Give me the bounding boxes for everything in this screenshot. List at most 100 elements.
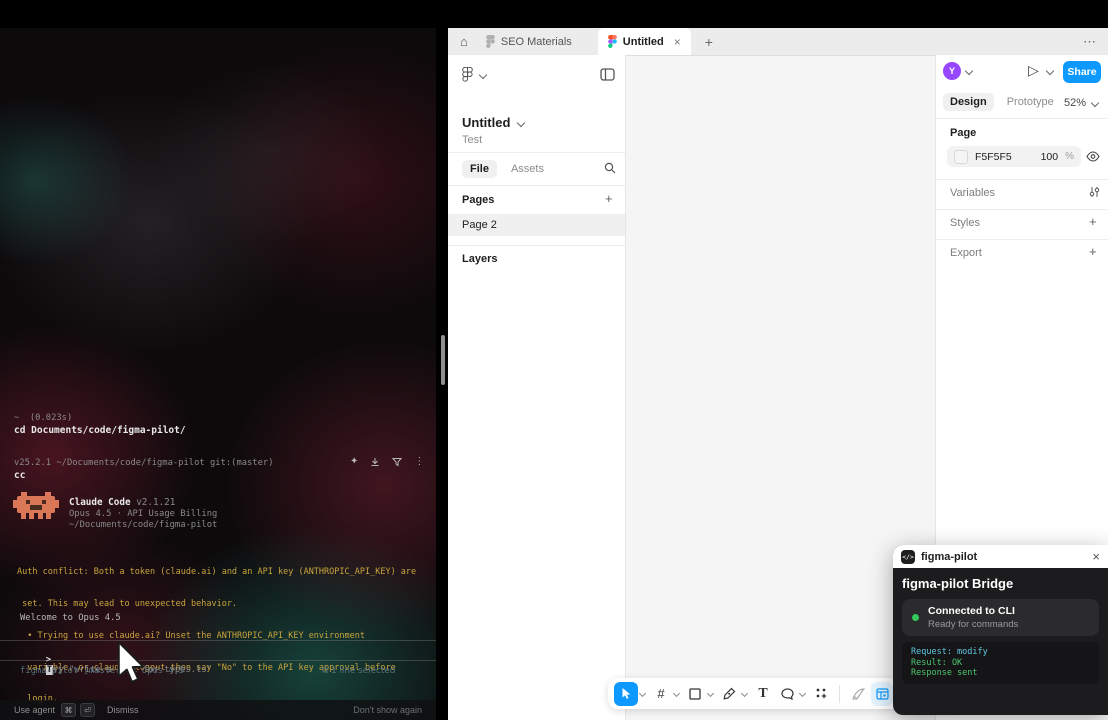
tab-prototype[interactable]: Prototype [1007,96,1054,108]
divider [448,185,625,186]
divider [448,152,625,153]
shape-tool-button[interactable] [684,682,706,706]
present-play-icon[interactable]: ▷ [1028,62,1039,79]
toolbar-divider [839,685,840,703]
chevron-down-icon[interactable] [1046,66,1054,74]
dont-show-again-button[interactable]: Don't show again [353,705,422,715]
download-icon[interactable] [370,457,380,467]
actions-button[interactable] [810,682,832,706]
tab-design[interactable]: Design [943,93,994,111]
chevron-down-icon[interactable] [639,690,646,697]
page-color-row[interactable]: F5F5F5 100 % [947,146,1081,167]
visibility-eye-icon[interactable] [1086,151,1100,162]
chevron-down-icon[interactable] [741,690,748,697]
warning-line: set. This may lead to unexpected behavio… [17,599,416,610]
terminal-window: ~ (0.023s) cd Documents/code/figma-pilot… [0,0,448,720]
status-title: Connected to CLI [928,605,1018,617]
zoom-menu[interactable]: 52% [1064,97,1098,109]
export-label: Export [950,247,982,259]
plugin-body: figma-pilot Bridge Connected to CLI Read… [893,568,1108,692]
figma-file-icon [608,35,617,48]
block1-meta: ~ (0.023s) [14,413,72,423]
color-hex-value[interactable]: F5F5F5 [975,151,1012,163]
present-controls: ▷ [1028,62,1053,79]
warning-line: Auth conflict: Both a token (claude.ai) … [17,567,416,578]
frame-tool-button[interactable]: # [650,682,672,706]
share-button[interactable]: Share [1063,61,1101,83]
cmd-key-icon: ⌘ [61,703,76,717]
plugin-title-bar[interactable]: </> figma-pilot × [893,545,1108,568]
plugin-heading: figma-pilot Bridge [902,576,1099,591]
close-tab-icon[interactable]: × [674,35,681,49]
add-style-icon[interactable]: + [1089,214,1097,229]
figma-pilot-plugin-window: </> figma-pilot × figma-pilot Bridge Con… [893,545,1108,715]
claude-banner-line3: ~/Documents/code/figma-pilot [69,520,217,530]
claude-banner-title: Claude Code v2.1.21 [69,497,175,508]
figma-tab-bar: ⌂ SEO Materials Untitled × + ⋯ [448,28,1108,56]
use-agent-label[interactable]: Use agent [14,705,55,715]
comment-tool-button[interactable] [776,682,798,706]
search-icon[interactable] [604,162,616,174]
tab-label: Untitled [623,36,664,48]
page-list-item-selected[interactable]: Page 2 [448,214,625,236]
file-name-dropdown[interactable]: Untitled [462,115,524,130]
prompt-divider-bottom [0,660,436,661]
terminal-status-right: ⧉ 1 line selected [322,666,395,676]
new-tab-icon[interactable]: + [705,34,713,50]
zoom-level: 52% [1064,97,1086,109]
chevron-down-icon[interactable] [673,690,680,697]
pen-tool-button[interactable] [718,682,740,706]
tab-assets[interactable]: Assets [511,163,544,175]
terminal-scrollbar[interactable] [441,335,445,385]
filter-icon[interactable] [392,457,402,467]
tab-file[interactable]: File [462,160,497,178]
sparkle-icon[interactable]: ✦ [350,456,358,467]
status-dot-icon [912,614,919,621]
plugin-close-icon[interactable]: × [1092,549,1100,564]
plugin-log: Request: modify Result: OK Response sent [902,642,1099,684]
chevron-down-icon[interactable] [707,690,714,697]
chevron-down-icon [1091,99,1099,107]
plugin-code-icon: </> [901,550,915,564]
welcome-line: Welcome to Opus 4.5 [20,613,121,623]
chevron-down-icon[interactable] [799,690,806,697]
draw-tool-button[interactable] [847,682,869,706]
move-tool-button[interactable] [614,682,638,706]
tab-untitled[interactable]: Untitled × [598,28,691,55]
connection-status-card: Connected to CLI Ready for commands [902,599,1099,636]
home-icon[interactable]: ⌂ [460,34,468,49]
dismiss-button[interactable]: Dismiss [107,705,139,715]
divider [448,245,625,246]
panel-tabs: File Assets [462,160,544,178]
page-item-label: Page 2 [462,219,497,231]
window-more-icon[interactable]: ⋯ [1083,34,1096,50]
file-name: Untitled [462,115,510,130]
variables-adjust-icon[interactable] [1089,186,1100,198]
claude-banner-line2: Opus 4.5 · API Usage Billing [69,509,217,519]
add-export-icon[interactable]: + [1089,244,1097,259]
screen: ~ (0.023s) cd Documents/code/figma-pilot… [0,0,1108,720]
block2-meta: v25.2.1 ~/Documents/code/figma-pilot git… [14,458,274,468]
prompt-line[interactable]: > Try "write a test for types.ts" [14,645,212,685]
mode-tabs: Design Prototype [943,93,1054,111]
add-page-icon[interactable]: + [605,191,613,206]
log-line: Result: OK [911,658,1090,669]
main-menu-button[interactable] [462,67,486,82]
chevron-down-icon [479,70,487,78]
collapse-panel-icon[interactable] [600,68,615,81]
chevron-down-icon [517,118,525,126]
claude-code-logo-icon [13,490,59,523]
chevron-down-icon [965,67,973,75]
log-line: Response sent [911,668,1090,679]
opacity-value[interactable]: 100 [1041,151,1059,163]
divider [936,209,1108,210]
tab-seo-materials[interactable]: SEO Materials [476,28,582,55]
kebab-menu-icon[interactable]: ⋮ [414,456,424,467]
figma-pilot-plugin-button[interactable] [871,682,893,706]
color-swatch[interactable] [954,150,968,164]
user-menu[interactable]: Y [943,62,972,80]
percent-sign: % [1065,151,1074,162]
figma-file-icon [486,35,495,48]
project-name: Test [462,134,482,146]
text-tool-button[interactable]: T [752,682,774,706]
